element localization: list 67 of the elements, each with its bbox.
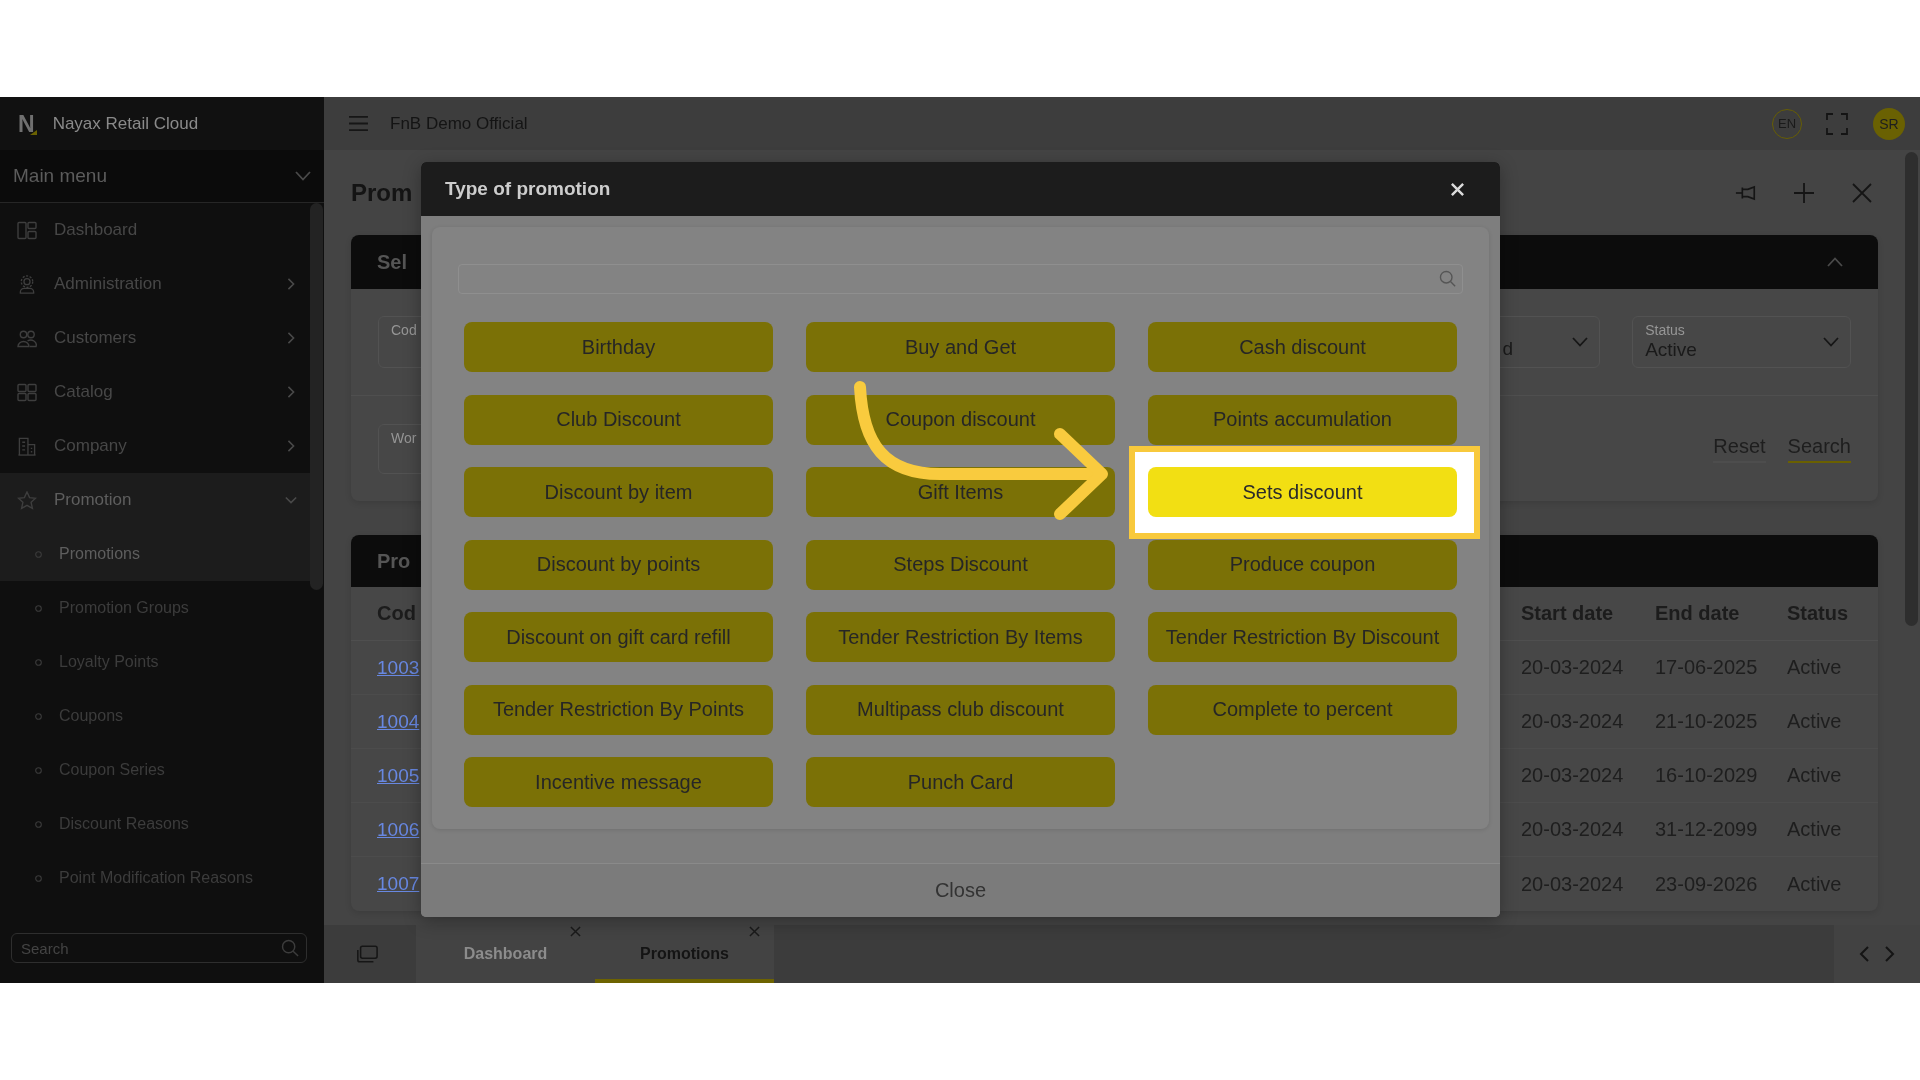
promotion-type-button[interactable]: Birthday: [464, 322, 773, 372]
bullet-icon: [35, 766, 42, 774]
plus-icon[interactable]: [1793, 181, 1815, 204]
tab[interactable]: Dashboard: [416, 925, 595, 983]
promotion-type-button[interactable]: Cash discount: [1148, 322, 1457, 372]
promotion-type-button[interactable]: Multipass club discount: [806, 684, 1115, 735]
fullscreen-icon[interactable]: [1826, 112, 1848, 135]
users-icon: [17, 328, 37, 348]
sidebar-item[interactable]: Catalog: [0, 365, 310, 419]
bullet-icon: [35, 712, 42, 720]
promotion-type-button[interactable]: Sets discount: [1148, 467, 1457, 517]
star-icon: [17, 490, 37, 510]
sidebar-item[interactable]: Customers: [0, 311, 310, 365]
stacked-windows-icon[interactable]: [356, 944, 378, 964]
search-icon: [1439, 270, 1456, 287]
sidebar-item[interactable]: Dashboard: [0, 203, 310, 257]
promotion-type-button[interactable]: Steps Discount: [806, 539, 1115, 590]
promotion-type-button[interactable]: Tender Restriction By Points: [464, 684, 773, 735]
promotion-type-button[interactable]: Club Discount: [464, 394, 773, 445]
user-avatar[interactable]: SR: [1873, 107, 1905, 140]
code-link[interactable]: 1007: [377, 873, 420, 895]
user-gear-icon: [17, 274, 37, 294]
bullet-icon: [35, 820, 42, 828]
grid-icon: [17, 382, 37, 402]
dialog-title: Type of promotion: [445, 178, 611, 200]
chevron-right-icon[interactable]: [1885, 946, 1895, 962]
brand-logo: N: [18, 111, 37, 136]
promotion-type-button[interactable]: Tender Restriction By Items: [806, 612, 1115, 662]
chevron-down-icon: [1572, 337, 1589, 347]
building-icon: [17, 436, 37, 456]
chevron-down-icon: [295, 171, 311, 181]
bullet-icon: [35, 604, 42, 612]
code-link[interactable]: 1004: [377, 710, 420, 733]
sidebar-subitem[interactable]: Promotions: [0, 527, 310, 581]
promotion-type-button[interactable]: Discount on gift card refill: [464, 612, 773, 662]
scrollbar-thumb[interactable]: [310, 203, 323, 590]
chevron-left-icon[interactable]: [1859, 946, 1869, 962]
dashboard-icon: [17, 220, 37, 240]
promotion-type-button[interactable]: Discount by points: [464, 539, 773, 590]
code-link[interactable]: 1006: [377, 818, 420, 841]
code-link[interactable]: 1003: [377, 656, 420, 679]
card-title: Sel: [377, 250, 408, 274]
promotion-type-button[interactable]: Buy and Get: [806, 322, 1115, 372]
promotion-type-button[interactable]: Coupon discount: [806, 394, 1115, 445]
search-field[interactable]: [458, 264, 1463, 294]
promotion-type-button[interactable]: Incentive message: [464, 757, 773, 807]
promotion-type-button[interactable]: Produce coupon: [1148, 539, 1457, 590]
bullet-icon: [35, 874, 42, 882]
promotion-type-button[interactable]: Punch Card: [806, 757, 1115, 807]
sidebar-item[interactable]: Promotion: [0, 473, 310, 527]
promotion-type-button[interactable]: Tender Restriction By Discount: [1148, 612, 1457, 662]
sidebar-item[interactable]: Company: [0, 419, 310, 473]
main-menu-header[interactable]: Main menu: [0, 150, 324, 203]
menu-icon[interactable]: [348, 115, 369, 132]
chevron-down-icon: [1823, 337, 1839, 347]
bullet-icon: [35, 658, 42, 666]
card-title: Pro: [377, 549, 411, 573]
code-link[interactable]: 1005: [377, 764, 420, 787]
sidebar-item[interactable]: Administration: [0, 257, 310, 311]
bullet-icon: [35, 550, 42, 558]
promotion-type-button[interactable]: Points accumulation: [1148, 394, 1457, 445]
promotion-type-button[interactable]: Complete to percent: [1148, 684, 1457, 735]
brand-name: Nayax Retail Cloud: [52, 113, 199, 134]
promotion-type-button[interactable]: Discount by item: [464, 467, 773, 517]
close-button[interactable]: Close: [924, 875, 997, 906]
chevron-up-icon[interactable]: [1827, 257, 1843, 267]
search-icon: [281, 939, 299, 957]
